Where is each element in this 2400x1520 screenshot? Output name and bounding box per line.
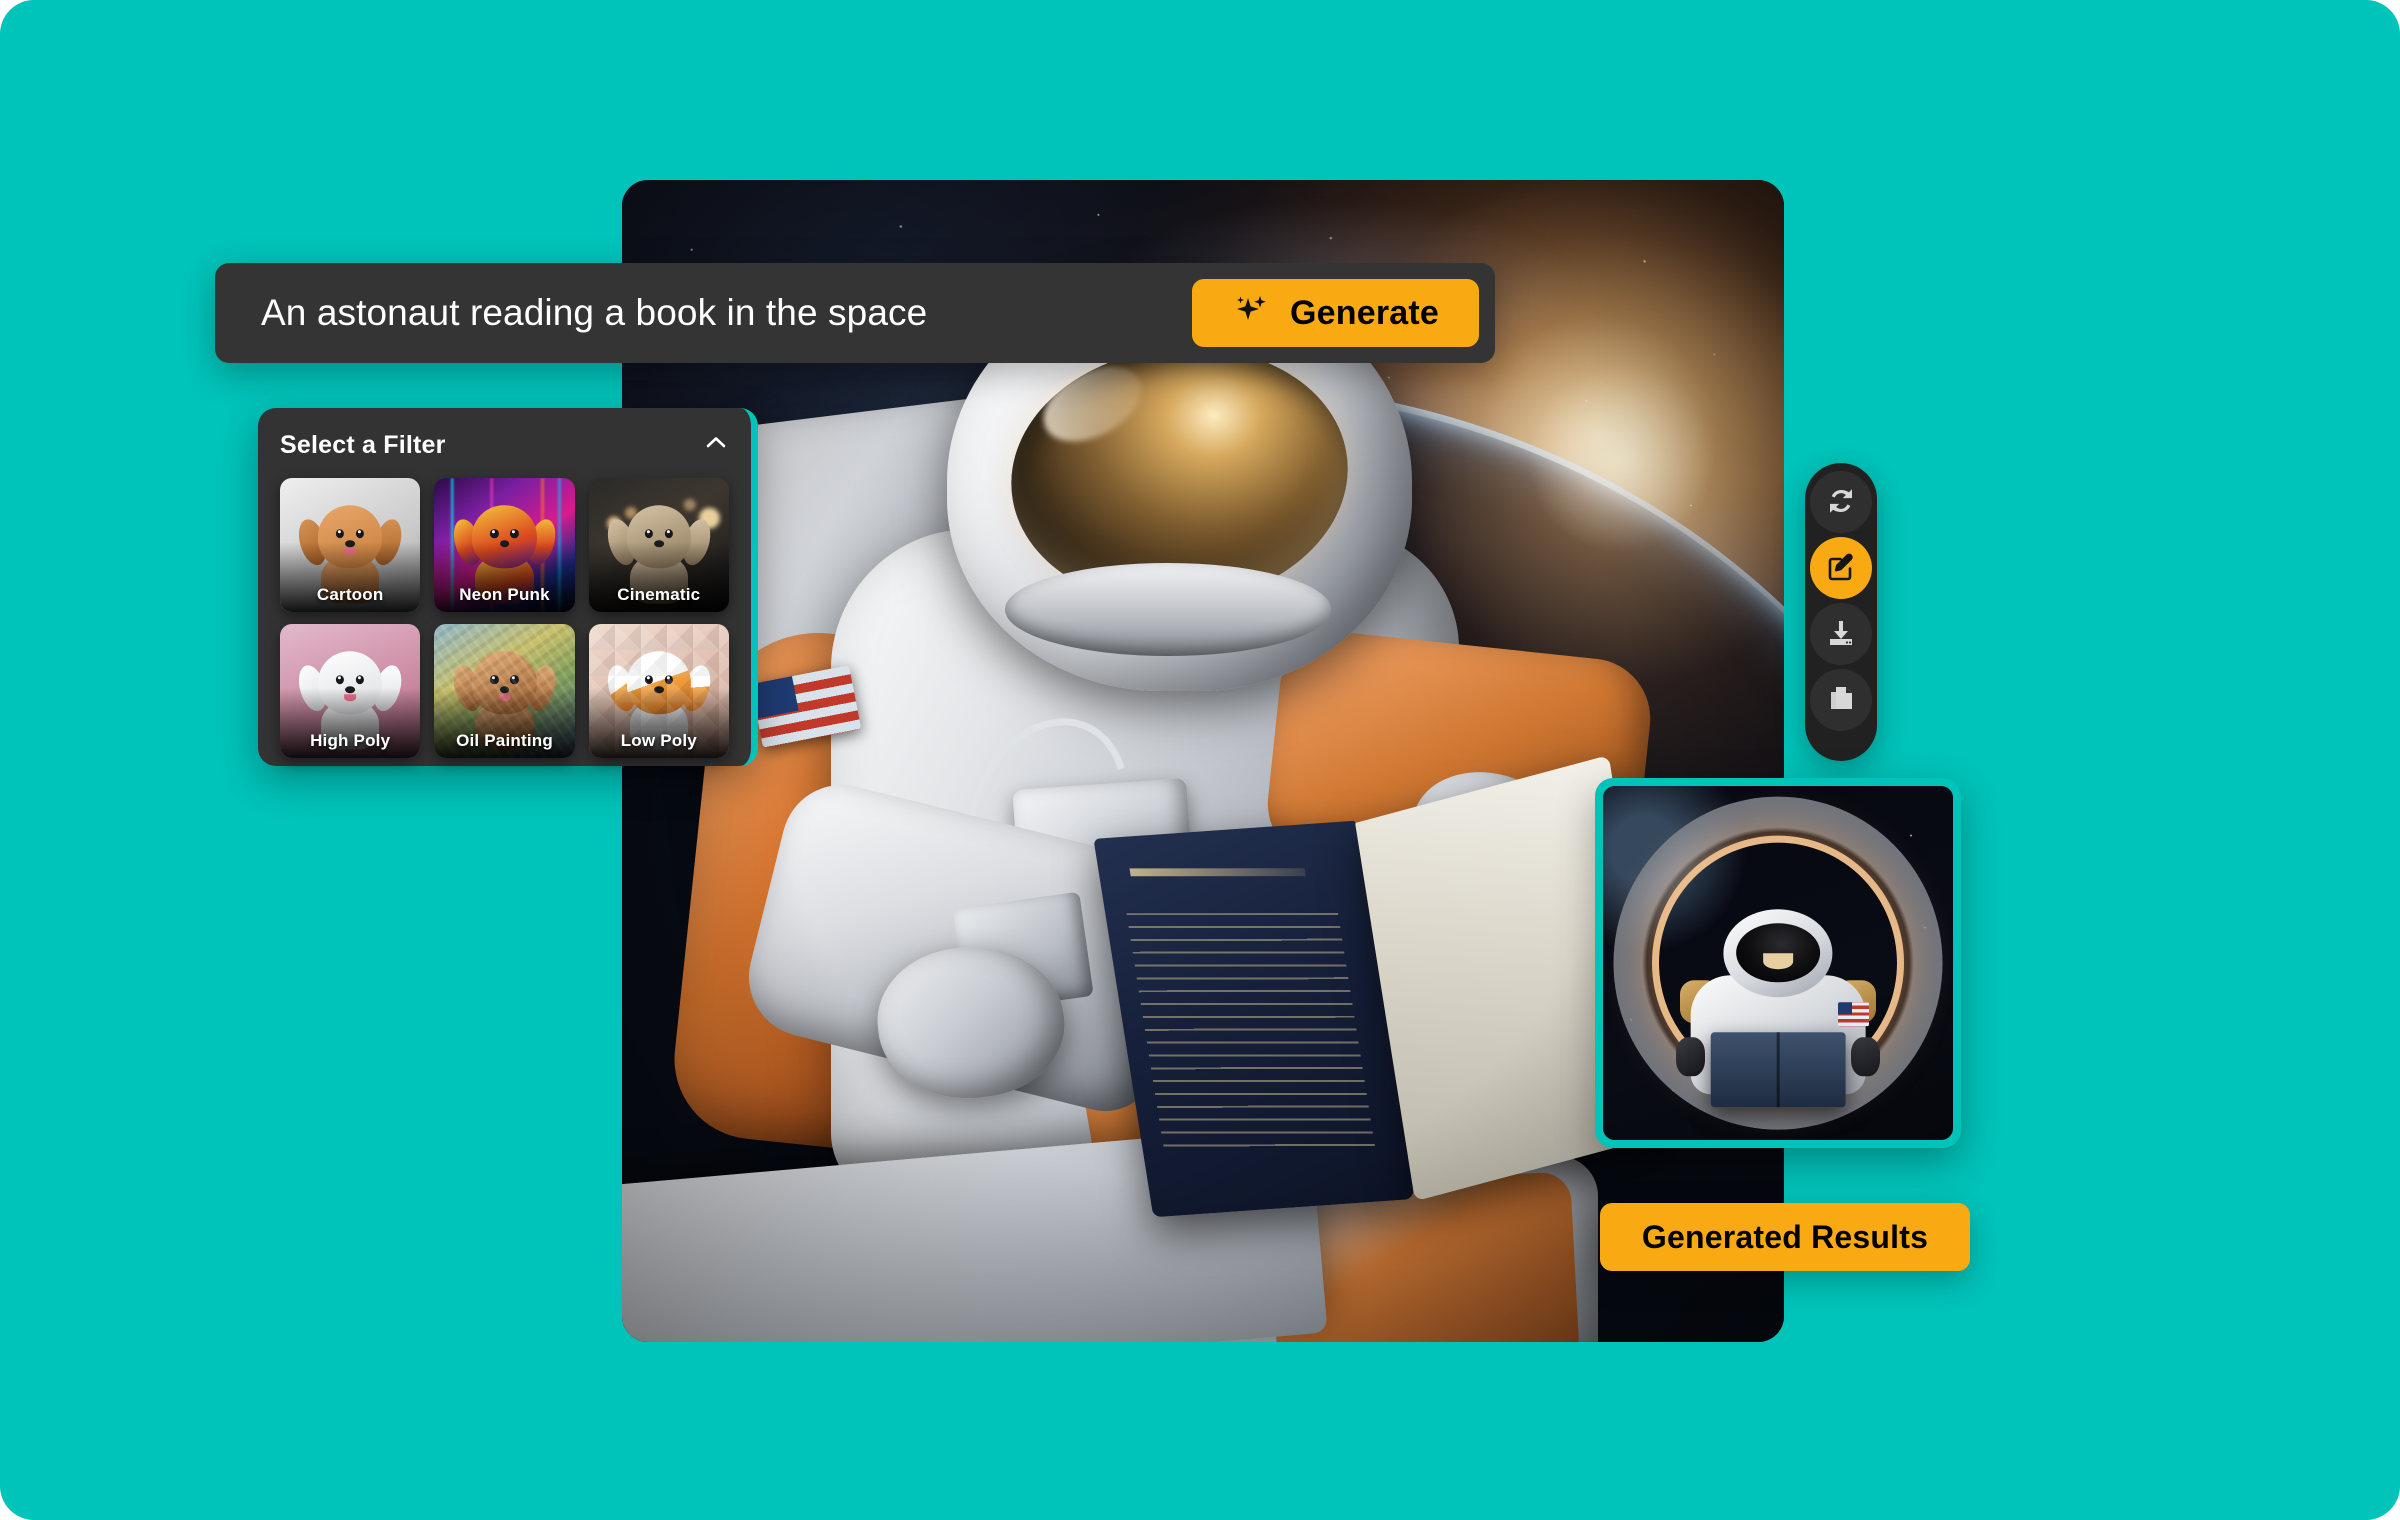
prompt-bar: Generate [215, 263, 1495, 363]
download-button[interactable] [1810, 603, 1872, 665]
edit-pencil-icon [1825, 551, 1857, 586]
copy-icon [1825, 683, 1857, 718]
filter-option-oil-painting[interactable]: Oil Painting [434, 624, 575, 758]
astronaut-porthole-thumbnail [1603, 786, 1953, 1140]
edit-button[interactable] [1810, 537, 1872, 599]
app-canvas: Generate Select a Filter [0, 0, 2400, 1520]
generated-results-button[interactable]: Generated Results [1600, 1203, 1970, 1271]
thumbnail-flag-patch [1838, 1001, 1869, 1026]
regenerate-button[interactable] [1810, 471, 1872, 533]
filter-option-high-poly[interactable]: High Poly [280, 624, 421, 758]
refresh-icon [1825, 485, 1857, 520]
download-icon [1825, 617, 1857, 652]
thumbnail-book [1710, 1032, 1846, 1108]
chevron-up-icon[interactable] [703, 430, 729, 461]
filter-label: High Poly [310, 731, 391, 750]
filter-option-cartoon[interactable]: Cartoon [280, 478, 421, 612]
filter-label: Cartoon [316, 585, 384, 604]
image-actions-toolbar [1805, 463, 1877, 761]
generate-button-label: Generate [1289, 293, 1439, 332]
thumbnail-astronaut [1676, 875, 1880, 1108]
filter-grid: Cartoon Neon Punk Cinematic High Poly Oi… [280, 478, 729, 758]
filter-label: Oil Painting [456, 731, 553, 750]
filter-label: Cinematic [617, 585, 701, 604]
sparkle-icon [1232, 290, 1270, 337]
filter-label: Low Poly [620, 731, 697, 750]
filter-panel-header[interactable]: Select a Filter [280, 424, 729, 466]
filter-panel-title: Select a Filter [280, 430, 446, 459]
generate-button[interactable]: Generate [1191, 279, 1479, 347]
prompt-input[interactable] [259, 291, 1103, 335]
filter-option-cinematic[interactable]: Cinematic [588, 478, 729, 612]
filter-label: Neon Punk [459, 585, 550, 604]
filter-option-low-poly[interactable]: Low Poly [588, 624, 729, 758]
generated-result-card[interactable] [1595, 778, 1961, 1148]
filter-panel: Select a Filter Cartoon Neon Punk Cinema… [258, 408, 758, 766]
copy-button[interactable] [1810, 669, 1872, 731]
filter-option-neon-punk[interactable]: Neon Punk [434, 478, 575, 612]
